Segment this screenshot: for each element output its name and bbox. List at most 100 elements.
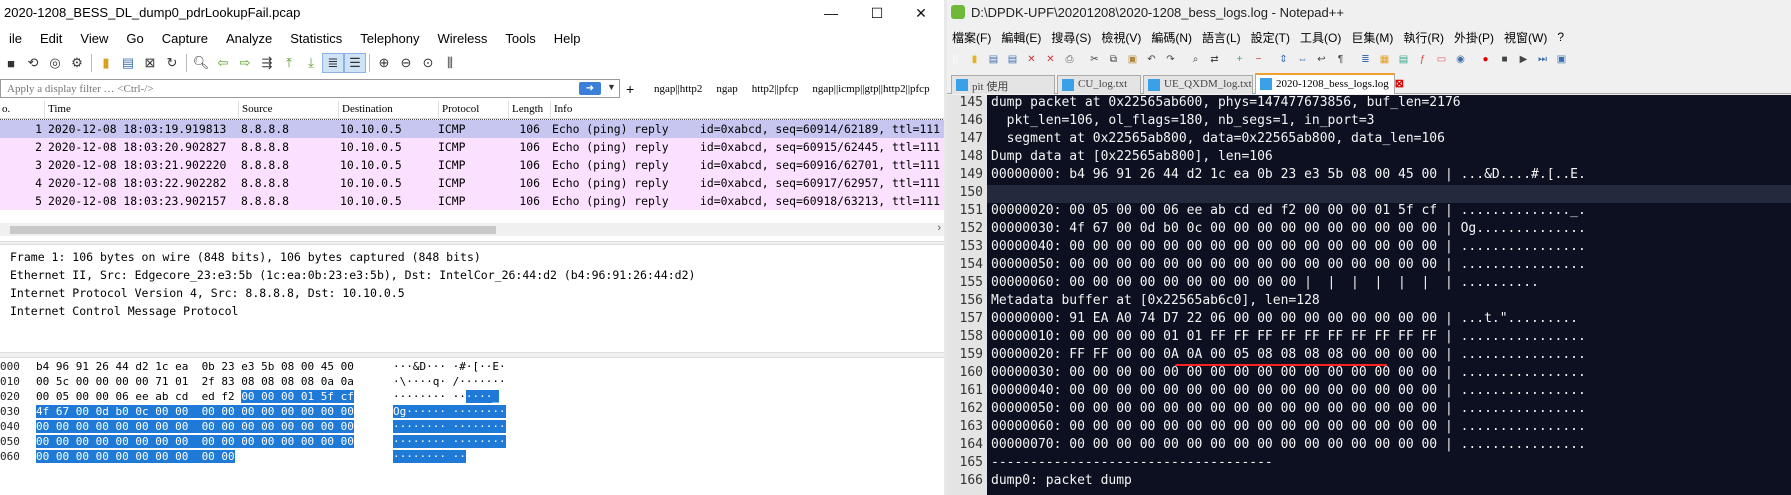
column-separator[interactable] <box>438 101 439 119</box>
run-macro-icon[interactable]: ⏭ <box>1534 51 1551 68</box>
column-separator[interactable] <box>508 101 509 119</box>
menu-item[interactable]: 巨集(M) <box>1346 29 1398 46</box>
copy-icon[interactable]: ⧉ <box>1105 51 1122 68</box>
code-line[interactable]: 00000000: b4 96 91 26 44 d2 1c ea 0b 23 … <box>991 167 1586 185</box>
hex-bytes[interactable]: 00 00 00 00 00 00 00 00 00 00 00 00 00 0… <box>36 420 354 433</box>
tab-2[interactable]: UE_QXDM_log.txt <box>1143 75 1253 94</box>
hex-ascii[interactable]: ·\····q· /······· <box>393 375 506 388</box>
menu-item[interactable]: 檢視(V) <box>1096 29 1146 46</box>
pane-splitter[interactable] <box>0 241 944 245</box>
save-all-icon[interactable]: ▤ <box>1004 51 1021 68</box>
open-file-icon[interactable]: ▮ <box>966 51 983 68</box>
save-file-icon[interactable]: ▤ <box>117 53 139 73</box>
hex-bytes[interactable]: 00 5c 00 00 00 00 71 01 2f 83 08 08 08 0… <box>36 375 354 388</box>
code-line[interactable]: ------------------------------------ <box>991 455 1273 473</box>
close-button[interactable]: ✕ <box>898 0 944 26</box>
code-line[interactable]: 00000060: 00 00 00 00 00 00 00 00 00 00 … <box>991 275 1539 293</box>
menu-item[interactable]: 檔案(F) <box>947 29 996 46</box>
hex-ascii[interactable]: ········ ······_ <box>393 390 499 403</box>
sync-v-icon[interactable]: ⇕ <box>1275 51 1292 68</box>
func-list-icon[interactable]: ƒ <box>1414 51 1431 68</box>
go-to-packet-icon[interactable]: ⇶ <box>256 53 278 73</box>
menu-item[interactable]: 編碼(N) <box>1146 29 1197 46</box>
chevron-right-icon[interactable]: › <box>937 222 941 234</box>
menu-item[interactable]: 語言(L) <box>1197 29 1246 46</box>
menu-item[interactable]: Wireless <box>429 31 497 46</box>
hex-bytes[interactable]: 00 00 00 00 00 00 00 00 00 00 <box>36 450 235 463</box>
table-row[interactable]: 2 2020-12-08 18:03:20.902827 8.8.8.8 10.10.… <box>0 138 944 156</box>
column-header[interactable]: Protocol <box>442 103 479 115</box>
maximize-button[interactable]: ☐ <box>854 0 900 26</box>
zoom-out-icon[interactable]: − <box>1250 51 1267 68</box>
column-separator[interactable] <box>550 101 551 119</box>
column-separator[interactable] <box>238 101 239 119</box>
hex-ascii[interactable]: Og······ ········ <box>393 405 506 418</box>
minimize-button[interactable]: — <box>808 0 854 26</box>
search-icon[interactable]: 🔍︎ <box>190 53 212 73</box>
menu-item[interactable]: 外掛(P) <box>1449 29 1499 46</box>
menu-item[interactable]: 視窗(W) <box>1499 29 1552 46</box>
menu-item[interactable]: 工具(O) <box>1295 29 1346 46</box>
menu-item[interactable]: Analyze <box>217 31 281 46</box>
replace-icon[interactable]: ⇄ <box>1206 51 1223 68</box>
autoscroll-icon[interactable]: ≣ <box>322 53 344 73</box>
zoom-out-icon[interactable]: ⊖ <box>395 53 417 73</box>
column-header[interactable]: Source <box>242 103 273 115</box>
column-header[interactable]: Time <box>48 103 71 115</box>
redo-icon[interactable]: ↷ <box>1162 51 1179 68</box>
last-packet-icon[interactable]: ⤓ <box>300 53 322 73</box>
code-line[interactable]: Metadata buffer at [0x22565ab6c0], len=1… <box>991 293 1320 311</box>
save-icon[interactable]: ▤ <box>985 51 1002 68</box>
apply-filter-arrow-icon[interactable]: ➜ <box>579 82 601 95</box>
go-back-icon[interactable]: ⇦ <box>212 53 234 73</box>
menu-item[interactable]: Statistics <box>281 31 351 46</box>
detail-row[interactable]: Frame 1: 106 bytes on wire (848 bits), 1… <box>10 250 481 264</box>
detail-row[interactable]: Internet Control Message Protocol <box>10 304 238 318</box>
code-line[interactable]: dump0: packet dump <box>991 473 1132 491</box>
code-line[interactable]: 00000050: 00 00 00 00 00 00 00 00 00 00 … <box>991 401 1586 419</box>
gear-icon[interactable]: ⚙ <box>66 53 88 73</box>
menu-item[interactable]: 搜尋(S) <box>1046 29 1096 46</box>
resize-columns-icon[interactable]: ⫼ <box>439 53 461 73</box>
menu-item[interactable]: ile <box>0 31 31 46</box>
monitor-icon[interactable]: ◉ <box>1452 51 1469 68</box>
all-chars-icon[interactable]: ¶ <box>1332 51 1349 68</box>
close-icon[interactable]: ✕ <box>1023 51 1040 68</box>
code-line[interactable]: segment at 0x22565ab800, data=0x22565ab8… <box>991 131 1445 149</box>
menu-item[interactable]: Telephony <box>351 31 428 46</box>
table-row[interactable]: 4 2020-12-08 18:03:22.902282 8.8.8.8 10.10.… <box>0 174 944 192</box>
column-separator[interactable] <box>44 101 45 119</box>
close-tab-icon[interactable]: ⊠ <box>1395 78 1404 90</box>
tab-3[interactable]: 2020-1208_bess_logs.log ⊠ <box>1255 73 1404 94</box>
column-header[interactable]: o. <box>2 103 10 115</box>
code-line[interactable]: 00000030: 4f 67 00 0d b0 0c 00 00 00 00 … <box>991 221 1586 239</box>
table-row[interactable]: 3 2020-12-08 18:03:21.902220 8.8.8.8 10.10.… <box>0 156 944 174</box>
cut-icon[interactable]: ✂ <box>1086 51 1103 68</box>
tab-1[interactable]: CU_log.txt <box>1057 75 1141 94</box>
zoom-in-icon[interactable]: + <box>1231 51 1248 68</box>
stop-macro-icon[interactable]: ■ <box>1496 51 1513 68</box>
code-line[interactable]: 00000050: 00 00 00 00 00 00 00 00 00 00 … <box>991 257 1586 275</box>
filter-button[interactable]: http2||pfcp <box>752 83 799 95</box>
menu-item[interactable]: 設定(T) <box>1246 29 1295 46</box>
column-header[interactable]: Length <box>512 103 543 115</box>
code-line[interactable]: pkt_len=106, ol_flags=180, nb_segs=1, in… <box>991 113 1375 131</box>
menu-item[interactable]: View <box>71 31 117 46</box>
hex-ascii[interactable]: ········ ·· <box>393 450 466 463</box>
hex-bytes[interactable]: b4 96 91 26 44 d2 1c ea 0b 23 e3 5b 08 0… <box>36 360 354 373</box>
column-header[interactable]: Destination <box>342 103 393 115</box>
save-macro-icon[interactable]: ▣ <box>1553 51 1570 68</box>
colorize-icon[interactable]: ☰ <box>344 53 366 73</box>
open-file-icon[interactable]: ▮ <box>95 53 117 73</box>
menu-item[interactable]: Capture <box>153 31 217 46</box>
hex-ascii[interactable]: ···&D··· ·#·[··E· <box>393 360 506 373</box>
hex-bytes[interactable]: 4f 67 00 0d b0 0c 00 00 00 00 00 00 00 0… <box>36 405 354 418</box>
tab-0[interactable]: pit 使用 <box>951 75 1055 94</box>
menu-item[interactable]: 執行(R) <box>1398 29 1449 46</box>
menu-item[interactable]: ? <box>1552 30 1569 44</box>
play-macro-icon[interactable]: ▶ <box>1515 51 1532 68</box>
stop-capture-icon[interactable]: ■ <box>0 53 22 73</box>
hex-bytes[interactable]: 00 05 00 00 06 ee ab cd ed f2 00 00 00 0… <box>36 390 354 403</box>
pane-splitter[interactable] <box>0 352 944 358</box>
filter-button[interactable]: ngap||http2 <box>654 83 702 95</box>
